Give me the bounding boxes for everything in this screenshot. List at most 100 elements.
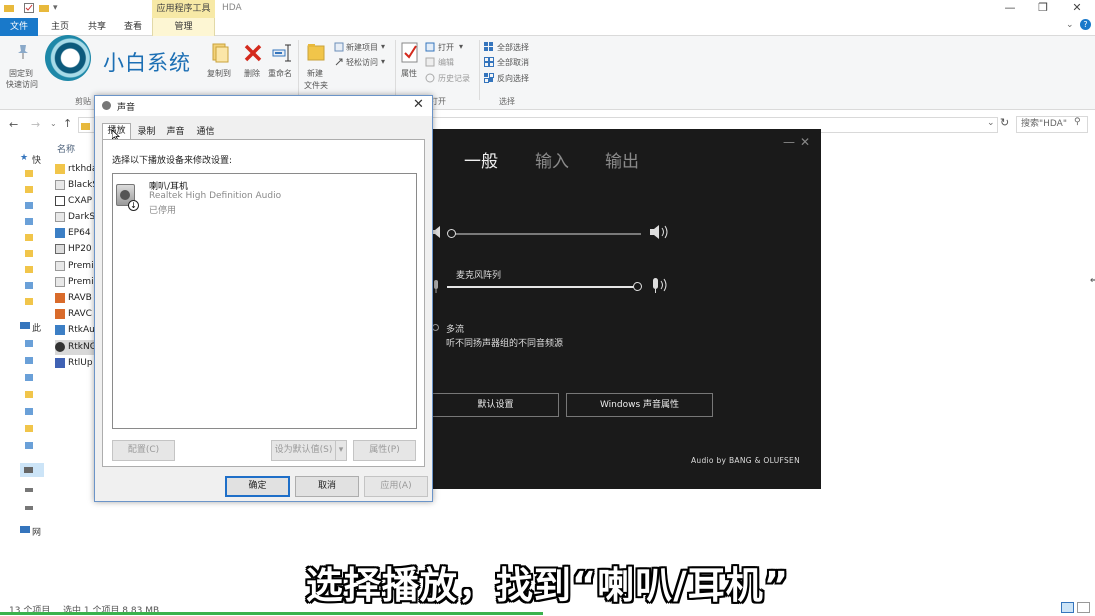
tab-file[interactable]: 文件	[0, 18, 38, 36]
file-row-selected[interactable]: RtkNG	[55, 340, 97, 355]
file-row[interactable]: Premi	[55, 275, 97, 290]
copy-to-label[interactable]: 复制到	[207, 68, 231, 79]
select-none-label[interactable]: 全部取消	[497, 57, 529, 68]
nav-folder-icon[interactable]	[25, 441, 35, 451]
properties-button[interactable]: 属性(P)	[353, 440, 416, 461]
back-arrow-icon[interactable]: ←	[9, 118, 18, 131]
nav-folder-icon[interactable]	[25, 373, 35, 383]
tab-recording[interactable]: 录制	[132, 125, 161, 140]
dropdown-icon[interactable]: ▾	[53, 3, 58, 13]
console-tab-input[interactable]: 输入	[535, 147, 569, 172]
nav-folder-icon[interactable]	[25, 390, 35, 400]
properties-icon[interactable]	[401, 42, 419, 67]
tab-home[interactable]: 主页	[45, 18, 75, 36]
console-tab-output[interactable]: 输出	[605, 147, 639, 172]
checkbox-quick-icon[interactable]	[24, 3, 34, 16]
search-icon[interactable]: ⚲	[1074, 117, 1081, 127]
forward-arrow-icon[interactable]: →	[31, 118, 40, 131]
help-icon[interactable]: ?	[1080, 19, 1091, 30]
maximize-button[interactable]: ❐	[1028, 1, 1058, 14]
nav-drive-icon[interactable]	[25, 503, 35, 513]
nav-folder-icon[interactable]	[25, 217, 35, 227]
new-folder-label[interactable]: 新建	[307, 68, 323, 79]
multistream-label[interactable]: 多流	[446, 322, 464, 335]
close-button[interactable]: ✕	[1062, 1, 1092, 14]
default-settings-button[interactable]: 默认设置	[432, 393, 559, 417]
select-all-label[interactable]: 全部选择	[497, 42, 529, 53]
invert-selection-icon[interactable]	[484, 73, 494, 86]
tab-manage[interactable]: 管理	[152, 18, 215, 36]
nav-folder-icon[interactable]	[25, 424, 35, 434]
tab-share[interactable]: 共享	[82, 18, 112, 36]
invert-selection-label[interactable]: 反向选择	[497, 73, 529, 84]
folder-small-icon[interactable]	[39, 3, 49, 16]
open-dropdown-icon[interactable]: ▾	[459, 42, 463, 51]
file-row[interactable]: BlackS	[55, 178, 97, 193]
rename-icon[interactable]	[272, 44, 292, 65]
new-item-icon[interactable]	[334, 42, 344, 55]
copy-to-icon[interactable]	[211, 42, 229, 67]
address-dropdown-icon[interactable]: ⌄	[987, 118, 995, 128]
nav-folder-icon[interactable]	[25, 249, 35, 259]
new-folder-icon[interactable]	[307, 42, 325, 65]
nav-folder-icon[interactable]	[25, 233, 35, 243]
new-item-dropdown-icon[interactable]: ▾	[381, 42, 385, 51]
column-header-name[interactable]: 名称	[57, 142, 75, 155]
delete-icon[interactable]	[244, 44, 262, 65]
new-item-label[interactable]: 新建项目	[346, 42, 378, 53]
nav-folder-icon[interactable]	[25, 169, 35, 179]
select-all-icon[interactable]	[484, 42, 494, 55]
nav-network[interactable]: 网	[32, 525, 41, 538]
nav-folder-icon[interactable]	[25, 339, 35, 349]
properties-label[interactable]: 属性	[401, 68, 417, 79]
nav-folder-icon[interactable]	[25, 265, 35, 275]
file-row[interactable]: RtkAu	[55, 323, 97, 338]
file-row[interactable]: DarkS	[55, 210, 97, 225]
nav-selected-drive[interactable]	[20, 463, 44, 477]
console-close-button[interactable]: ✕	[800, 135, 810, 149]
output-volume-slider[interactable]	[451, 233, 641, 235]
up-arrow-icon[interactable]: ↑	[63, 117, 72, 130]
tab-view[interactable]: 查看	[118, 18, 148, 36]
new-folder-label-2[interactable]: 文件夹	[304, 80, 328, 91]
history-icon[interactable]	[425, 73, 435, 86]
edit-label[interactable]: 编辑	[438, 57, 454, 68]
file-row[interactable]: RAVB	[55, 291, 97, 306]
nav-drive-icon[interactable]	[25, 485, 35, 495]
apply-button[interactable]: 应用(A)	[364, 476, 428, 497]
mic-volume-slider[interactable]	[447, 286, 637, 288]
nav-quick-access[interactable]: 快	[32, 153, 41, 166]
nav-folder-icon[interactable]	[25, 281, 35, 291]
dialog-close-button[interactable]: ✕	[413, 97, 424, 112]
recent-dropdown-icon[interactable]: ⌄	[50, 119, 57, 128]
nav-folder-icon[interactable]	[25, 407, 35, 417]
refresh-icon[interactable]: ↻	[1000, 116, 1009, 129]
select-none-icon[interactable]	[484, 57, 494, 70]
delete-label[interactable]: 删除	[244, 68, 260, 79]
rename-label[interactable]: 重命名	[268, 68, 292, 79]
tab-sounds[interactable]: 声音	[161, 125, 190, 140]
ribbon-collapse-icon[interactable]: ⌄	[1066, 20, 1074, 30]
output-volume-knob[interactable]	[447, 229, 456, 238]
nav-folder-icon[interactable]	[25, 297, 35, 307]
file-row[interactable]: Premi	[55, 259, 97, 274]
multistream-radio[interactable]	[432, 324, 439, 331]
nav-folder-icon[interactable]	[25, 185, 35, 195]
cancel-button[interactable]: 取消	[295, 476, 359, 497]
edit-icon[interactable]	[425, 57, 435, 70]
file-row[interactable]: HP20	[55, 242, 97, 257]
configure-button[interactable]: 配置(C)	[112, 440, 175, 461]
easy-access-dropdown-icon[interactable]: ▾	[381, 57, 385, 66]
file-row[interactable]: CXAP	[55, 194, 97, 209]
file-row[interactable]: RtlUp	[55, 356, 97, 371]
windows-sound-properties-button[interactable]: Windows 声音属性	[566, 393, 713, 417]
open-label[interactable]: 打开	[438, 42, 454, 53]
easy-access-label[interactable]: 轻松访问	[346, 57, 378, 68]
set-default-dropdown-icon[interactable]: ▾	[335, 440, 347, 461]
file-row[interactable]: EP64	[55, 226, 97, 241]
console-tab-general[interactable]: 一般	[464, 147, 498, 172]
set-default-button[interactable]: 设为默认值(S)	[271, 440, 336, 461]
mic-volume-knob[interactable]	[633, 282, 642, 291]
file-row[interactable]: RAVC	[55, 307, 97, 322]
nav-folder-icon[interactable]	[25, 201, 35, 211]
